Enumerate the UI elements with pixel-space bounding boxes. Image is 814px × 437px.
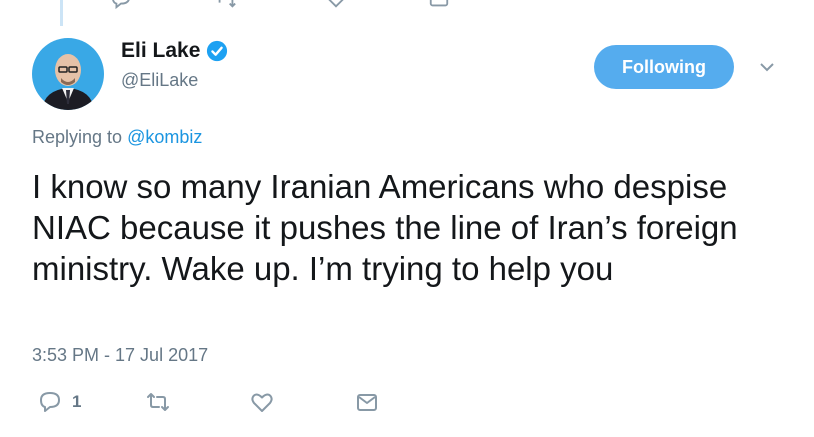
author-name[interactable]: Eli Lake [121,39,200,63]
reply-button[interactable]: 1 [38,390,81,414]
replying-to: Replying to @kombiz [32,127,202,148]
avatar[interactable] [32,38,104,110]
heart-icon[interactable] [325,0,347,10]
reply-icon[interactable] [110,0,132,10]
following-button[interactable]: Following [594,45,734,89]
retweet-button[interactable] [146,390,170,414]
verified-badge-icon [207,40,228,62]
reply-icon [40,392,60,412]
like-button[interactable] [250,390,274,414]
previous-tweet-actions [0,0,814,10]
heart-icon [251,393,273,412]
retweet-icon [147,393,169,411]
tweet-text: I know so many Iranian Americans who des… [32,168,738,287]
reply-to-mention-link[interactable]: @kombiz [127,127,202,147]
envelope-icon [357,394,377,411]
retweet-icon[interactable] [215,0,237,10]
author-name-row[interactable]: Eli Lake [121,39,228,63]
envelope-icon[interactable] [428,0,450,10]
author-handle[interactable]: @EliLake [121,70,198,91]
tweet-actions: 1 [32,390,792,422]
chevron-down-icon[interactable] [758,60,776,74]
tweet-timestamp[interactable]: 3:53 PM - 17 Jul 2017 [32,345,208,366]
reply-count: 1 [72,392,82,411]
replying-to-label: Replying to [32,127,123,147]
direct-message-button[interactable] [355,390,379,414]
